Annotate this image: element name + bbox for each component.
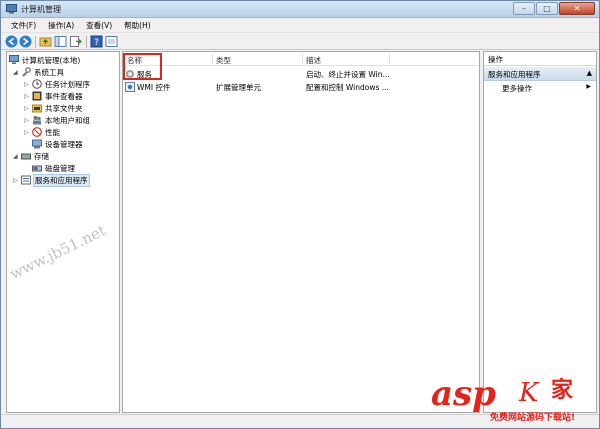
title-bar[interactable]: 计算机管理 – □ ✕	[1, 1, 599, 18]
list-item-name: WMI 控件	[137, 83, 171, 92]
list-header: 名称 类型 描述	[123, 52, 479, 66]
properties-icon[interactable]	[105, 35, 118, 48]
watermark-tagline: 免费网站源码下载站!	[490, 413, 576, 423]
svg-text:?: ?	[94, 38, 99, 48]
expand-arrow-icon[interactable]: ▷	[24, 117, 32, 124]
expand-arrow-icon[interactable]: ▷	[24, 93, 32, 100]
watermark-logo: asp	[431, 374, 496, 414]
up-folder-icon[interactable]	[39, 35, 52, 48]
storage-icon	[21, 151, 31, 161]
computer-management-icon	[6, 4, 17, 14]
tree-item-local-users-groups[interactable]: ▷ 本地用户和组	[24, 114, 90, 126]
menu-action[interactable]: 操作(A)	[42, 18, 80, 32]
list-item[interactable]: WMI 控件 扩展管理单元 配置和控制 Windows ...	[123, 80, 479, 93]
forward-icon[interactable]	[19, 35, 32, 48]
show-hide-tree-icon[interactable]	[54, 35, 67, 48]
performance-icon	[32, 127, 42, 137]
tree-item-label: 磁盘管理	[45, 163, 75, 173]
tree-item-label: 计算机管理(本地)	[22, 55, 81, 65]
shared-folder-icon	[32, 103, 42, 113]
tree-item-label: 本地用户和组	[45, 115, 90, 125]
more-actions-link[interactable]: 更多操作 ▶	[484, 82, 596, 94]
highlight-annotation	[123, 53, 162, 80]
services-apps-icon	[21, 175, 31, 185]
actions-section-label: 服务和应用程序	[488, 70, 541, 79]
collapse-arrow-icon[interactable]: ◢	[13, 69, 21, 76]
event-viewer-icon	[32, 91, 42, 101]
actions-title: 操作	[484, 52, 596, 66]
close-icon: ✕	[573, 4, 581, 13]
list-item-description: 启动、终止并设置 Win...	[306, 70, 389, 79]
clock-icon	[32, 79, 42, 89]
device-manager-icon	[32, 139, 42, 149]
users-icon	[32, 115, 42, 125]
watermark-url: www.jb51.net	[7, 221, 109, 284]
tools-icon	[21, 67, 31, 77]
tree-item-shared-folders[interactable]: ▷ 共享文件夹	[24, 102, 83, 114]
tree-item-services-apps[interactable]: ▷ 服务和应用程序	[13, 173, 90, 187]
tree-item-label: 系统工具	[34, 67, 64, 77]
window-controls: – □ ✕	[512, 2, 595, 16]
tree-item-system-tools[interactable]: ◢ 系统工具	[13, 66, 64, 78]
tree-item-disk-management[interactable]: 磁盘管理	[32, 162, 75, 174]
expand-arrow-icon[interactable]: ▷	[24, 129, 32, 136]
tree-item-label: 设备管理器	[45, 139, 83, 149]
list-item-description: 配置和控制 Windows ...	[306, 83, 389, 92]
results-list[interactable]: 名称 类型 描述 服务 启动、终止并设置 Win... WMI 控件 扩展管理单…	[122, 51, 480, 413]
menu-file[interactable]: 文件(F)	[5, 18, 42, 32]
tree-item-task-scheduler[interactable]: ▷ 任务计划程序	[24, 78, 90, 90]
wmi-icon	[125, 82, 135, 94]
watermark-logo-k: K	[519, 378, 539, 408]
window-title: 计算机管理	[21, 5, 61, 14]
minimize-button[interactable]: –	[513, 2, 535, 15]
expand-arrow-icon[interactable]: ▷	[13, 177, 21, 184]
disk-icon	[32, 163, 42, 173]
list-item[interactable]: 服务 启动、终止并设置 Win...	[123, 67, 479, 80]
computer-icon	[9, 55, 19, 65]
actions-pane: 操作 服务和应用程序 ▲ 更多操作 ▶	[483, 51, 597, 413]
column-divider[interactable]	[389, 54, 390, 64]
export-list-icon[interactable]	[69, 35, 82, 48]
column-header-description[interactable]: 描述	[306, 55, 321, 66]
submenu-arrow-icon: ▶	[586, 83, 591, 90]
menu-bar: 文件(F) 操作(A) 查看(V) 帮助(H)	[1, 18, 599, 32]
console-tree[interactable]: 计算机管理(本地) ◢ 系统工具 ▷ 任务计划程序 ▷ 事件查看器 ▷ 共享文件…	[6, 51, 120, 413]
menu-help[interactable]: 帮助(H)	[118, 18, 157, 32]
watermark-logo-jia: 家	[551, 378, 574, 403]
column-divider[interactable]	[212, 54, 213, 64]
tree-item-event-viewer[interactable]: ▷ 事件查看器	[24, 90, 83, 102]
toolbar-separator	[35, 36, 36, 48]
expand-arrow-icon[interactable]: ▷	[24, 81, 32, 88]
maximize-icon: □	[543, 4, 551, 13]
actions-section-header[interactable]: 服务和应用程序 ▲	[484, 67, 596, 81]
column-divider[interactable]	[302, 54, 303, 64]
app-window: 计算机管理 – □ ✕ 文件(F) 操作(A) 查看(V) 帮助(H) ? 计算…	[0, 0, 600, 429]
back-icon[interactable]	[5, 35, 18, 48]
toolbar: ?	[1, 32, 599, 50]
tree-item-label: 事件查看器	[45, 91, 83, 101]
collapse-arrow-icon[interactable]: ◢	[13, 153, 21, 160]
column-header-type[interactable]: 类型	[216, 55, 231, 66]
toolbar-separator	[86, 36, 87, 48]
expand-arrow-icon[interactable]: ▷	[24, 105, 32, 112]
tree-item-label: 存储	[34, 151, 49, 161]
help-icon[interactable]: ?	[90, 35, 103, 48]
tree-item-storage[interactable]: ◢ 存储	[13, 150, 49, 162]
collapse-up-icon[interactable]: ▲	[587, 69, 592, 77]
tree-item-label: 服务和应用程序	[33, 173, 90, 187]
tree-item-computer-management[interactable]: 计算机管理(本地)	[9, 54, 80, 66]
tree-item-device-manager[interactable]: 设备管理器	[32, 138, 83, 150]
tree-item-performance[interactable]: ▷ 性能	[24, 126, 60, 138]
menu-view[interactable]: 查看(V)	[80, 18, 118, 32]
maximize-button[interactable]: □	[536, 2, 558, 15]
tree-item-label: 性能	[45, 127, 60, 137]
more-actions-label: 更多操作	[502, 84, 532, 93]
close-button[interactable]: ✕	[559, 2, 595, 15]
tree-item-label: 共享文件夹	[45, 103, 83, 113]
list-item-type: 扩展管理单元	[216, 83, 261, 92]
tree-item-label: 任务计划程序	[45, 79, 90, 89]
minimize-icon: –	[522, 4, 526, 13]
